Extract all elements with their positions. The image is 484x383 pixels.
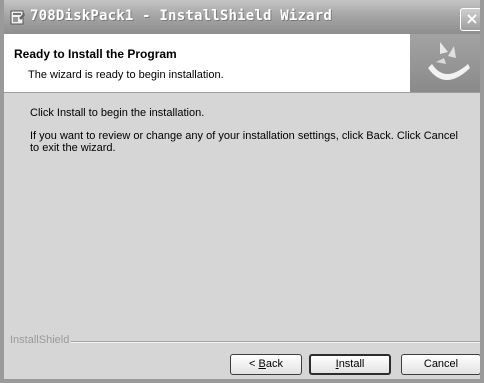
close-icon: × <box>465 9 479 28</box>
back-button[interactable]: < Back <box>230 354 302 375</box>
page-subtitle: The wizard is ready to begin installatio… <box>28 69 224 81</box>
page-title: Ready to Install the Program <box>14 47 177 61</box>
installshield-wizard-window: 708DiskPack1 - InstallShield Wizard × Re… <box>0 0 484 383</box>
review-settings-text: If you want to review or change any of y… <box>30 130 458 154</box>
brand-label: InstallShield <box>10 334 72 346</box>
back-prefix: < <box>249 358 259 370</box>
back-label: ack <box>265 358 283 370</box>
instruction-text: Click Install to begin the installation. <box>30 107 205 119</box>
back-mnemonic: B <box>258 358 266 370</box>
divider-line <box>70 341 480 343</box>
header-panel: Ready to Install the Program The wizard … <box>4 34 480 93</box>
window-title: 708DiskPack1 - InstallShield Wizard <box>30 8 333 24</box>
brand-divider: InstallShield <box>10 334 480 348</box>
installer-app-icon <box>10 10 25 25</box>
install-label: nstall <box>338 358 365 370</box>
installshield-logo-icon <box>410 34 480 92</box>
close-button[interactable]: × <box>460 8 480 31</box>
title-bar[interactable]: 708DiskPack1 - InstallShield Wizard × <box>4 0 480 34</box>
install-button[interactable]: Install <box>309 354 391 375</box>
cancel-button[interactable]: Cancel <box>401 354 480 375</box>
